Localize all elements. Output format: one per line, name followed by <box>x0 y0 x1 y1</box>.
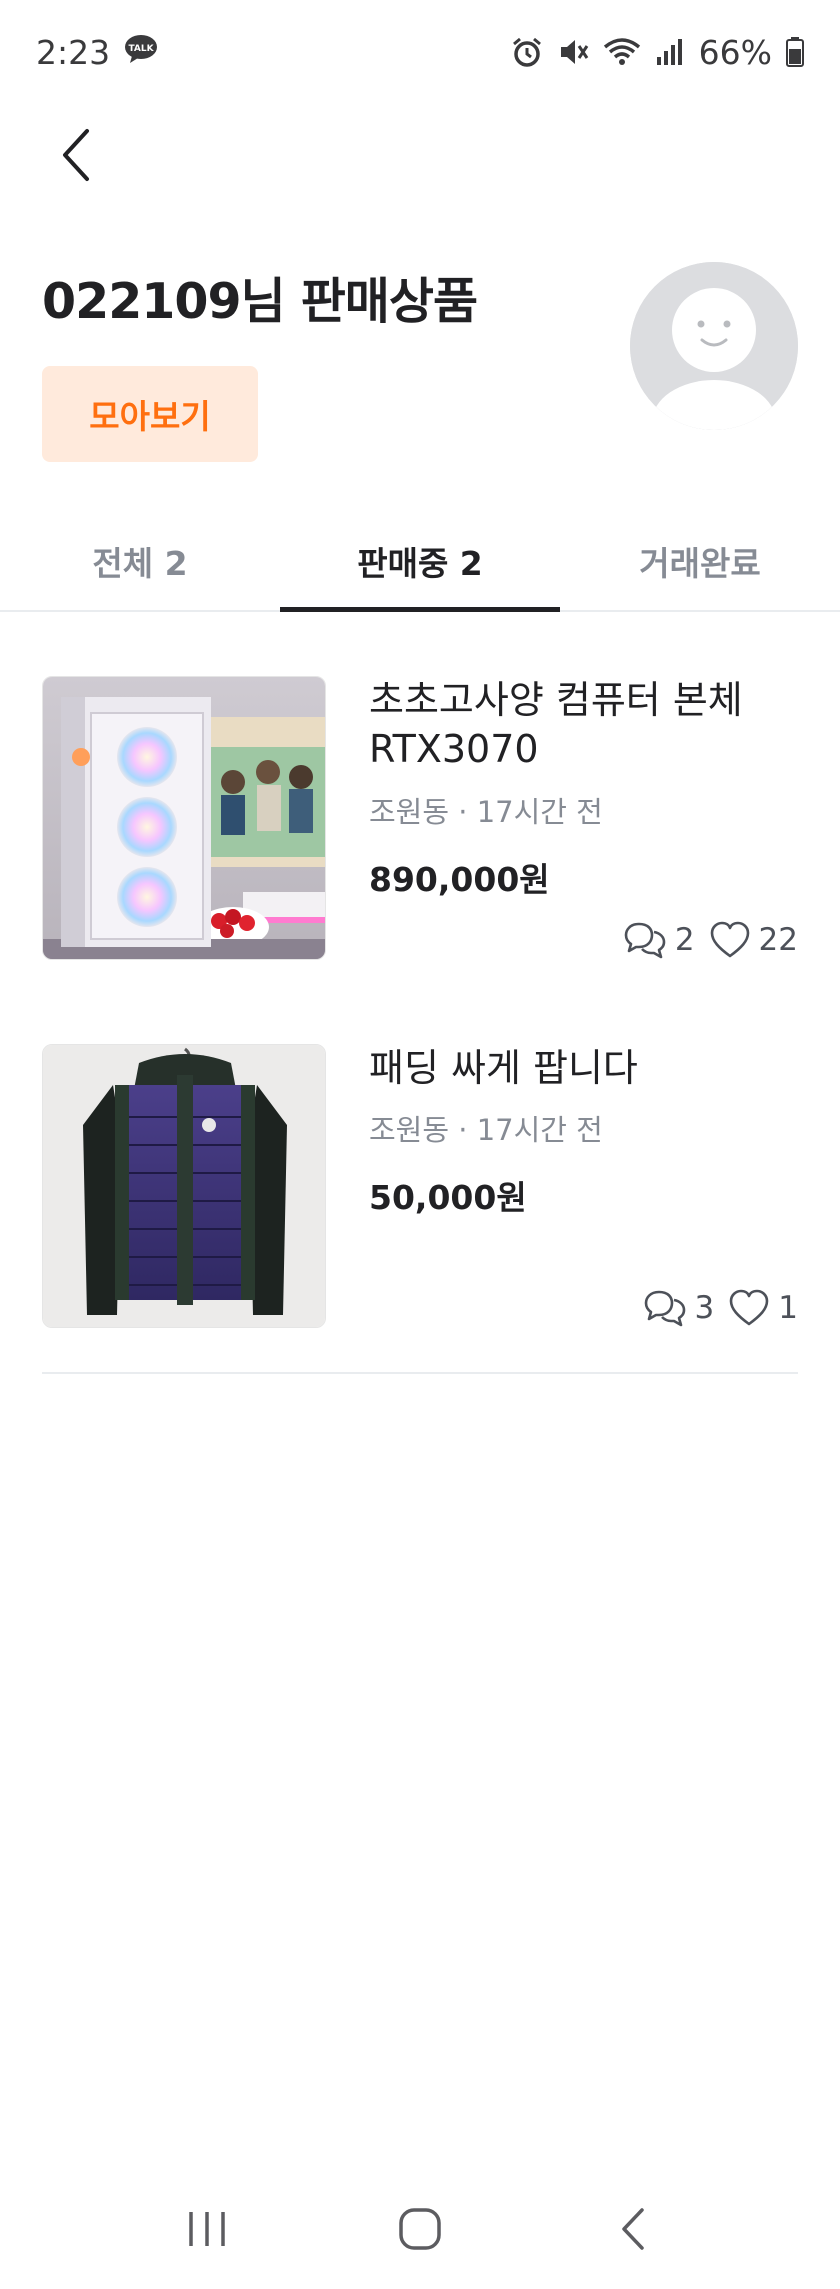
back-icon <box>622 2208 645 2250</box>
product-meta: 조원동 · 17시간 전 <box>369 1113 603 1148</box>
product-info: 패딩 싸게 팝니다 조원동 · 17시간 전 50,000원 <box>369 1044 798 1219</box>
avatar[interactable] <box>630 262 798 430</box>
chat-bubble-icon <box>644 1290 685 1327</box>
like-count-value: 22 <box>758 922 798 958</box>
heart-icon <box>729 1289 769 1326</box>
battery-label: 66% <box>698 32 772 72</box>
product-title: 패딩 싸게 팝니다 <box>369 1046 638 1090</box>
product-image <box>42 676 326 960</box>
chevron-left-icon <box>63 129 89 181</box>
battery-icon <box>786 37 804 67</box>
kakaotalk-icon: TALK <box>124 33 158 72</box>
like-count-value: 1 <box>778 1290 798 1326</box>
home-icon <box>399 2208 441 2250</box>
tab-completed[interactable]: 거래완료 <box>560 512 840 610</box>
recent-apps-icon <box>188 2212 225 2246</box>
system-nav-bar <box>0 2169 840 2289</box>
collect-view-button[interactable]: 모아보기 <box>42 366 258 462</box>
list-divider <box>42 1372 798 1374</box>
product-price: 890,000원 <box>369 859 550 899</box>
mute-icon <box>557 36 589 68</box>
like-count: 1 <box>728 1289 798 1327</box>
svg-text:TALK: TALK <box>129 44 155 54</box>
tab-bar: 전체 2 판매중 2 거래완료 <box>0 512 840 612</box>
alarm-icon <box>511 36 543 68</box>
chat-count-value: 2 <box>674 922 695 958</box>
product-image <box>42 1044 326 1328</box>
like-count: 22 <box>709 921 798 959</box>
system-back-button[interactable] <box>588 2189 678 2269</box>
product-meta: 조원동 · 17시간 전 <box>369 794 603 829</box>
status-time: 2:23 <box>36 32 111 72</box>
chat-count: 2 <box>623 920 695 960</box>
page-title: 022109님 판매상품 <box>42 273 478 330</box>
list-item[interactable]: 패딩 싸게 팝니다 조원동 · 17시간 전 50,000원 3 1 <box>42 1044 798 1330</box>
chat-count-value: 3 <box>694 1290 715 1326</box>
wifi-icon <box>603 36 641 68</box>
product-counts: 2 22 <box>623 920 798 960</box>
status-bar: 2:23 TALK 66% <box>0 0 840 104</box>
chat-bubble-icon <box>624 922 666 959</box>
tab-on-sale[interactable]: 판매중 2 <box>280 512 560 612</box>
chat-count: 3 <box>643 1288 715 1328</box>
recent-apps-button[interactable] <box>162 2189 252 2269</box>
signal-icon <box>655 37 685 67</box>
profile-placeholder-icon <box>630 262 798 430</box>
product-info: 초초고사양 컴퓨터 본체 RTX3070 조원동 · 17시간 전 890,00… <box>369 676 798 901</box>
home-button[interactable] <box>375 2189 465 2269</box>
tab-all[interactable]: 전체 2 <box>0 512 280 610</box>
screen: 2:23 TALK 66% 022109님 판매상품 모아보기 전체 2 판매중… <box>0 0 840 2289</box>
product-price: 50,000원 <box>369 1178 527 1218</box>
product-counts: 3 1 <box>643 1288 798 1328</box>
list-item[interactable]: 초초고사양 컴퓨터 본체 RTX3070 조원동 · 17시간 전 890,00… <box>42 676 798 962</box>
heart-icon <box>710 921 749 958</box>
product-title: 초초고사양 컴퓨터 본체 RTX3070 <box>369 678 743 772</box>
back-button[interactable] <box>40 120 110 190</box>
